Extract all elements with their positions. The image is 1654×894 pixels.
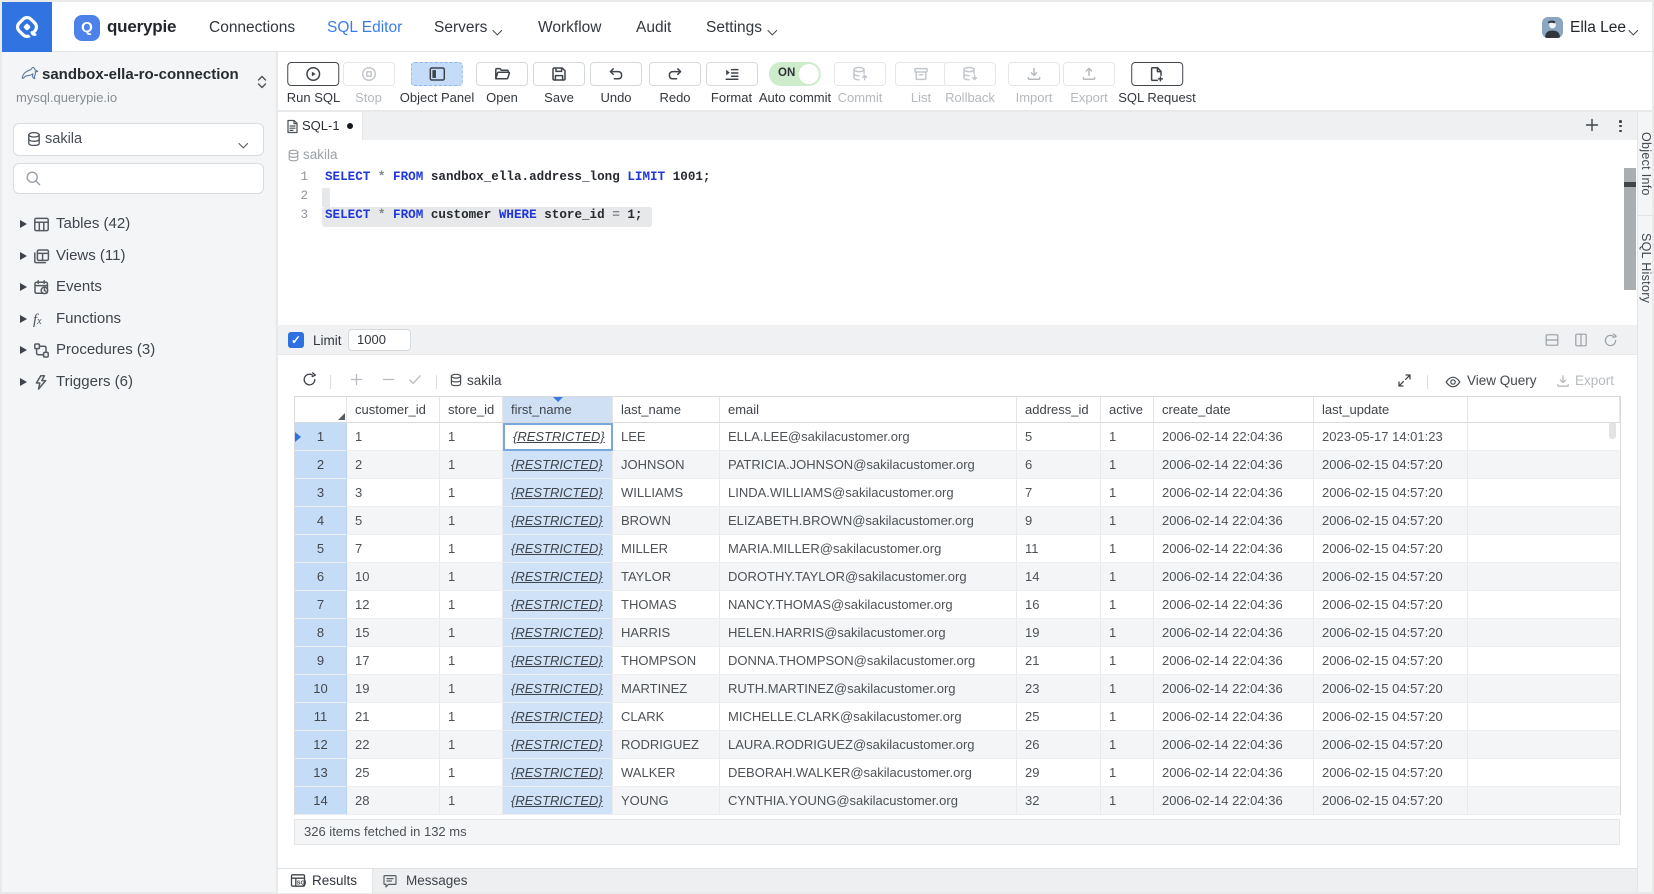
svg-text:SQL: SQL: [297, 881, 306, 887]
